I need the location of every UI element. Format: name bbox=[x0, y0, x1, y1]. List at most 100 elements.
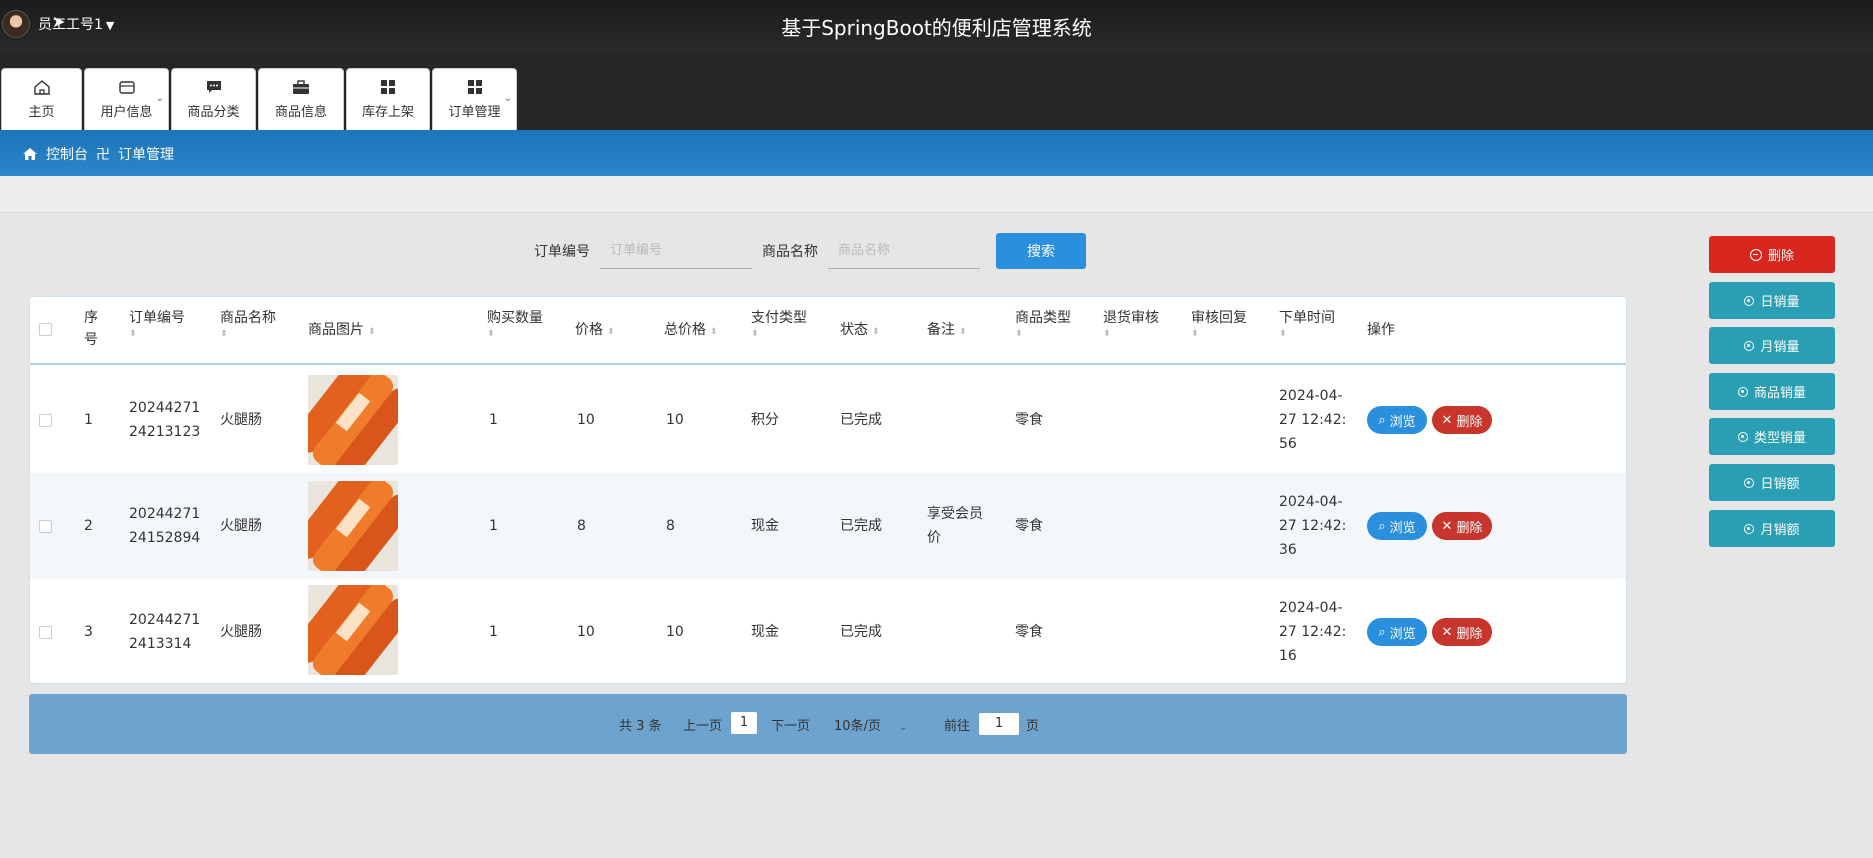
col-category[interactable]: 商品类型 ⬍ bbox=[1015, 307, 1071, 339]
sort-icon: ⬍ bbox=[1191, 329, 1199, 339]
batch-delete-button[interactable]: 删除 bbox=[1709, 236, 1835, 273]
product-image[interactable] bbox=[308, 375, 398, 465]
row-checkbox[interactable] bbox=[39, 414, 52, 427]
close-icon: ✕ bbox=[1441, 624, 1453, 639]
table-header: 序号 订单编号 ⬍ 商品名称 ⬍ 商品图片 ⬍ 购买数量 ⬍ 价格 ⬍ 总价格 ⬍ 支付类型… bbox=[30, 297, 1626, 365]
grid-icon bbox=[381, 80, 395, 94]
nav-label: 库存上架 bbox=[361, 105, 414, 120]
order-no-input[interactable] bbox=[600, 233, 752, 269]
order-no-label: 订单编号 bbox=[534, 244, 590, 260]
cell-index: 2 bbox=[84, 518, 93, 534]
nav-item-order-management[interactable]: 订单管理 ⌄ bbox=[432, 68, 517, 130]
col-index[interactable]: 序号 bbox=[84, 307, 98, 351]
radio-dot-icon bbox=[1737, 386, 1748, 397]
cell-quantity: 1 bbox=[489, 518, 498, 534]
sort-icon: ⬍ bbox=[872, 327, 880, 337]
nav-item-product-info[interactable]: 商品信息 bbox=[258, 68, 344, 130]
col-payment[interactable]: 支付类型 ⬍ bbox=[751, 307, 807, 339]
radio-dot-icon bbox=[1744, 340, 1755, 351]
pagination: 共 3 条 上一页 1 下一页 10条/页 ⌄ 前往 1 页 bbox=[29, 694, 1627, 754]
sort-icon: ⬍ bbox=[220, 329, 228, 339]
breadcrumb-bar: 控制台 卍 订单管理 bbox=[0, 130, 1873, 176]
col-review-reply[interactable]: 审核回复 ⬍ bbox=[1191, 307, 1247, 339]
cell-price: 10 bbox=[577, 624, 595, 640]
delete-button[interactable]: ✕ 删除 bbox=[1432, 512, 1492, 540]
wallet-icon bbox=[118, 81, 135, 94]
col-remark[interactable]: 备注 ⬍ bbox=[927, 319, 967, 343]
daily-sales-button[interactable]: 日销量 bbox=[1709, 282, 1835, 319]
sort-icon: ⬍ bbox=[751, 329, 759, 339]
monthly-sales-button[interactable]: 月销量 bbox=[1709, 327, 1835, 364]
view-button[interactable]: ⌕ 浏览 bbox=[1367, 512, 1427, 540]
cell-product-name: 火腿肠 bbox=[220, 412, 262, 428]
sort-icon: ⬍ bbox=[607, 327, 615, 337]
nav-item-stock-shelf[interactable]: 库存上架 bbox=[346, 68, 430, 130]
delete-button[interactable]: ✕ 删除 bbox=[1432, 618, 1492, 646]
monthly-revenue-button[interactable]: 月销额 bbox=[1709, 510, 1835, 547]
sort-icon: ⬍ bbox=[959, 327, 967, 337]
cell-status: 已完成 bbox=[840, 624, 882, 640]
breadcrumb-home[interactable]: 控制台 bbox=[46, 144, 88, 164]
col-order-no[interactable]: 订单编号 ⬍ bbox=[129, 307, 185, 339]
nav-item-home[interactable]: 主页 bbox=[1, 68, 82, 130]
product-image[interactable] bbox=[308, 481, 398, 571]
col-quantity[interactable]: 购买数量 ⬍ bbox=[487, 307, 543, 339]
row-checkbox[interactable] bbox=[39, 520, 52, 533]
next-page-button[interactable]: 下一页 bbox=[771, 715, 810, 734]
chat-icon bbox=[206, 81, 221, 93]
radio-dot-icon bbox=[1744, 477, 1755, 488]
col-product-name[interactable]: 商品名称 ⬍ bbox=[220, 307, 276, 339]
cell-quantity: 1 bbox=[489, 624, 498, 640]
sort-icon: ⬍ bbox=[487, 329, 495, 339]
product-name-label: 商品名称 bbox=[762, 244, 818, 260]
cell-order-no: 20244271 24213123 bbox=[129, 400, 201, 440]
view-button[interactable]: ⌕ 浏览 bbox=[1367, 406, 1427, 434]
daily-revenue-button[interactable]: 日销额 bbox=[1709, 464, 1835, 501]
col-total[interactable]: 总价格 ⬍ bbox=[664, 319, 718, 343]
nav-label: 商品信息 bbox=[274, 105, 327, 120]
product-name-input[interactable] bbox=[828, 233, 980, 269]
cell-order-no: 20244271 2413314 bbox=[129, 612, 201, 652]
sort-icon: ⬍ bbox=[1279, 329, 1287, 339]
cell-payment: 现金 bbox=[751, 624, 779, 640]
cell-category: 零食 bbox=[1015, 624, 1043, 640]
view-button[interactable]: ⌕ 浏览 bbox=[1367, 618, 1427, 646]
product-image[interactable] bbox=[308, 585, 398, 675]
select-all-checkbox[interactable] bbox=[39, 323, 52, 336]
delete-button[interactable]: ✕ 删除 bbox=[1432, 406, 1492, 434]
close-icon: ✕ bbox=[1441, 412, 1453, 427]
cell-total: 8 bbox=[666, 518, 675, 534]
nav-label: 主页 bbox=[28, 105, 55, 120]
product-sales-button[interactable]: 商品销量 bbox=[1709, 373, 1835, 410]
col-status[interactable]: 状态 ⬍ bbox=[840, 319, 880, 343]
nav-label: 商品分类 bbox=[187, 105, 240, 120]
cell-category: 零食 bbox=[1015, 518, 1043, 534]
radio-dot-icon bbox=[1744, 523, 1755, 534]
close-icon: ✕ bbox=[1441, 518, 1453, 533]
breadcrumb-current: 订单管理 bbox=[118, 147, 174, 163]
cell-payment: 积分 bbox=[751, 412, 779, 428]
nav-item-user-info[interactable]: 用户信息 ⌄ bbox=[84, 68, 169, 130]
cell-order-time: 2024-04- 27 12:42: 56 bbox=[1279, 388, 1347, 452]
search-button[interactable]: 搜索 bbox=[996, 233, 1086, 269]
col-return-review[interactable]: 退货审核 ⬍ bbox=[1103, 307, 1159, 339]
cell-quantity: 1 bbox=[489, 412, 498, 428]
home-icon bbox=[33, 80, 50, 95]
current-page[interactable]: 1 bbox=[731, 712, 757, 734]
col-price[interactable]: 价格 ⬍ bbox=[575, 319, 615, 343]
cell-price: 10 bbox=[577, 412, 595, 428]
home-icon bbox=[23, 148, 37, 160]
goto-page-input[interactable]: 1 bbox=[979, 713, 1019, 735]
nav-item-category[interactable]: 商品分类 bbox=[171, 68, 256, 130]
prev-page-button[interactable]: 上一页 bbox=[683, 715, 722, 734]
col-product-image[interactable]: 商品图片 ⬍ bbox=[308, 319, 376, 343]
search-icon: ⌕ bbox=[1378, 412, 1386, 427]
col-order-time[interactable]: 下单时间 ⬍ bbox=[1279, 307, 1335, 339]
chevron-down-icon: ⌄ bbox=[898, 722, 908, 733]
total-count: 共 3 条 bbox=[619, 719, 662, 734]
row-checkbox[interactable] bbox=[39, 626, 52, 639]
goto-label: 前往 bbox=[944, 719, 971, 734]
page-size-select[interactable]: 10条/页 ⌄ bbox=[834, 715, 907, 734]
type-sales-button[interactable]: 类型销量 bbox=[1709, 418, 1835, 455]
sort-icon: ⬍ bbox=[129, 329, 137, 339]
